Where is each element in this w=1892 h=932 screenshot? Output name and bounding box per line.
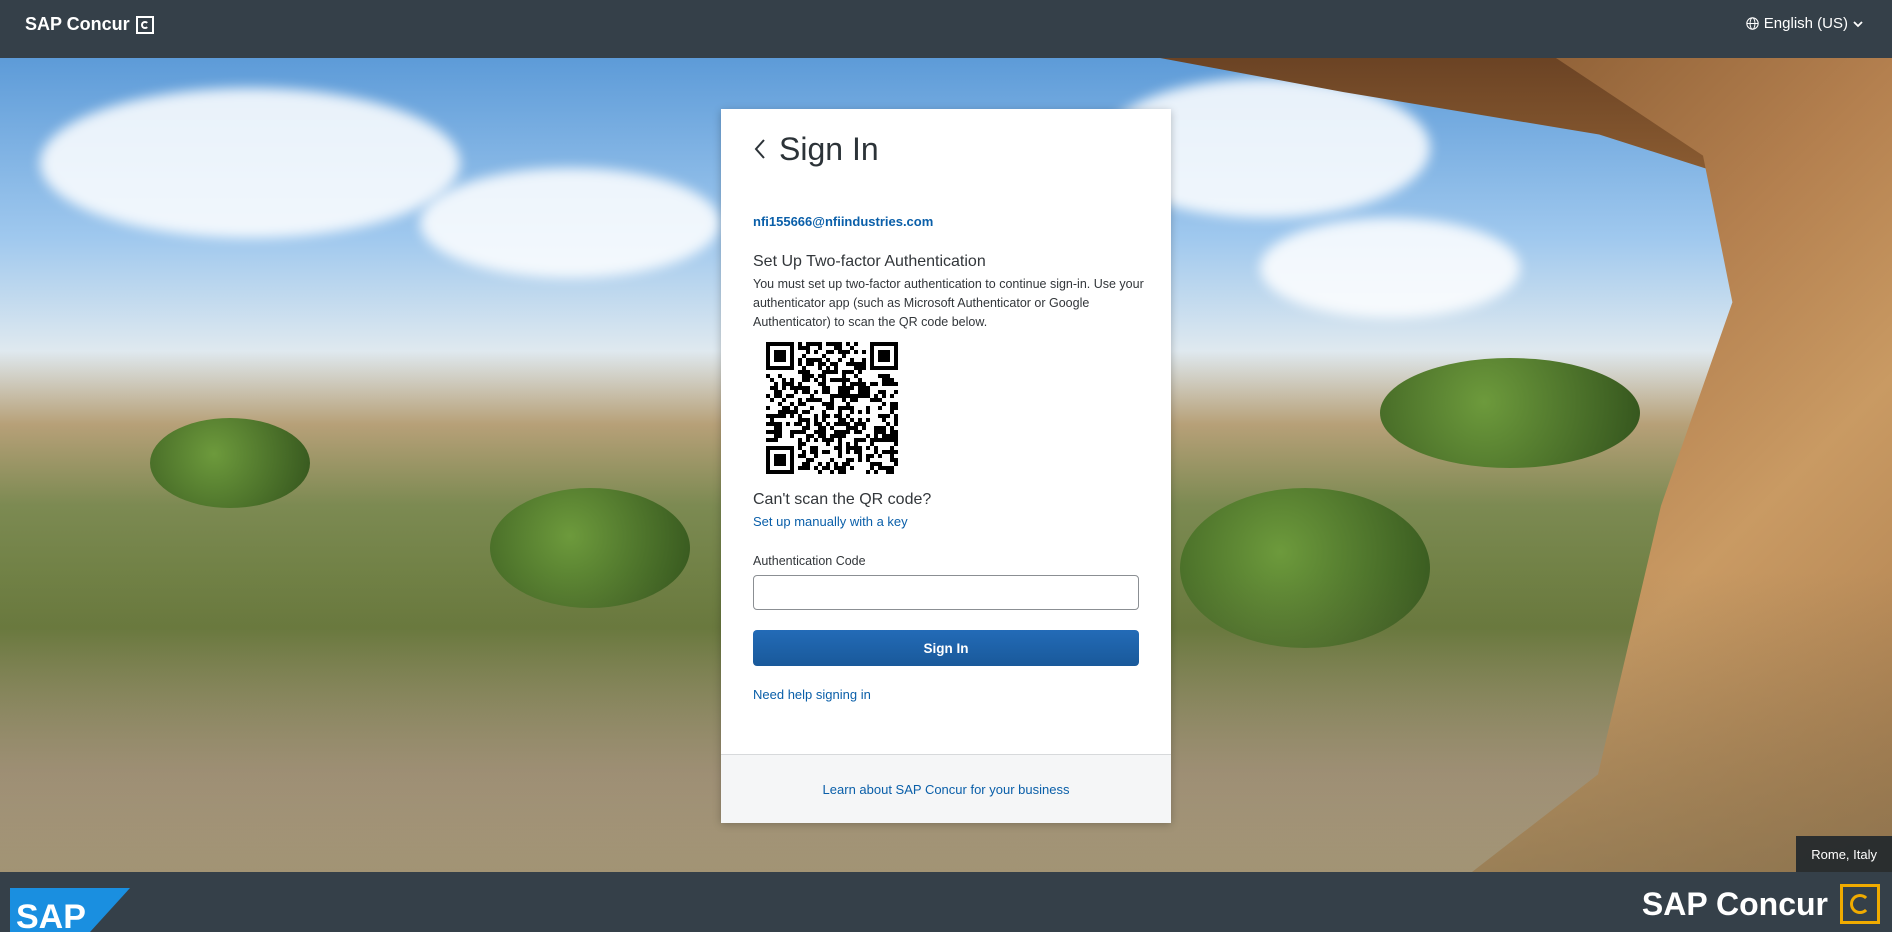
cant-scan-heading: Can't scan the QR code? xyxy=(753,491,932,508)
footer-brand-name: SAP Concur xyxy=(1641,885,1828,922)
sign-in-button[interactable]: Sign In xyxy=(753,630,1139,666)
sap-logo-text: SAP xyxy=(16,898,86,932)
qr-code xyxy=(766,342,898,474)
sap-logo: SAP xyxy=(10,888,130,932)
footer-brand: SAP Concur xyxy=(1642,884,1880,924)
location-caption: Rome, Italy xyxy=(1796,836,1892,872)
concur-c-icon xyxy=(1840,884,1880,924)
globe-icon xyxy=(1746,17,1759,30)
brand-logo: SAP Concur xyxy=(25,14,154,35)
user-email: nfi155666@nfiindustries.com xyxy=(753,214,934,229)
brand-name: SAP Concur xyxy=(25,14,130,34)
sign-in-card: Sign In nfi155666@nfiindustries.com Set … xyxy=(721,109,1171,823)
footer: SAP SAP Concur xyxy=(0,872,1892,932)
learn-about-link[interactable]: Learn about SAP Concur for your business xyxy=(823,782,1070,797)
page-title: Sign In xyxy=(753,131,879,168)
auth-code-input[interactable] xyxy=(753,575,1139,610)
concur-c-icon xyxy=(135,15,154,34)
card-footer: Learn about SAP Concur for your business xyxy=(721,754,1171,823)
top-bar: SAP Concur English (US) xyxy=(0,0,1892,58)
chevron-left-icon[interactable] xyxy=(753,131,767,168)
language-label: English (US) xyxy=(1763,15,1848,32)
setup-heading: Set Up Two-factor Authentication xyxy=(753,253,986,270)
language-selector[interactable]: English (US) xyxy=(1746,15,1868,32)
auth-code-label: Authentication Code xyxy=(753,554,866,568)
manual-setup-link[interactable]: Set up manually with a key xyxy=(753,514,908,529)
chevron-down-icon xyxy=(1853,20,1863,27)
title-text: Sign In xyxy=(779,131,879,167)
setup-instructions: You must set up two-factor authenticatio… xyxy=(753,277,1144,329)
help-signing-in-link[interactable]: Need help signing in xyxy=(753,687,871,702)
